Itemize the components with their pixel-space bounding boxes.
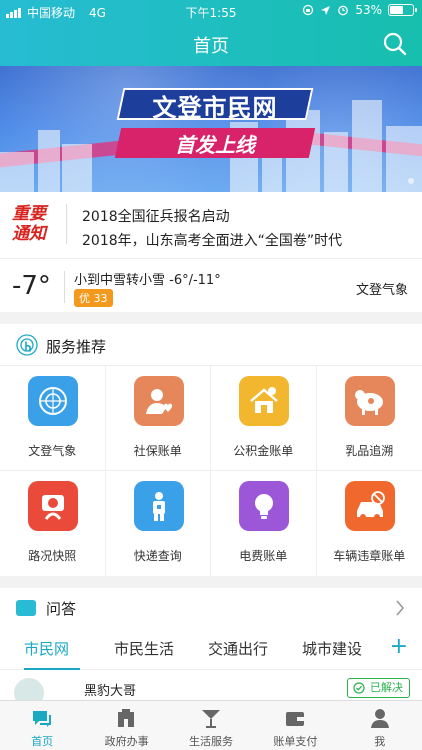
nav-bar: 首页: [0, 22, 422, 66]
service-road-snapshot[interactable]: 路况快照: [0, 471, 106, 576]
house-coin-icon: [239, 376, 289, 426]
service-label: 快递查询: [133, 549, 182, 563]
service-traffic-violation[interactable]: 车辆违章账单: [317, 471, 422, 576]
bulb-icon: [239, 481, 289, 531]
chevron-right-icon[interactable]: [394, 598, 406, 618]
tab-transport[interactable]: 交通出行: [208, 638, 268, 659]
service-label: 路况快照: [28, 549, 77, 563]
tabbar-bill-pay[interactable]: 账单支付: [253, 701, 337, 750]
search-icon[interactable]: [382, 31, 408, 57]
weather-condition: 小到中雪转小雪 -6°/-11°: [74, 273, 221, 288]
car-ban-icon: [344, 481, 395, 531]
notice-item[interactable]: 2018年，山东高考全面进入“全国卷”时代: [82, 230, 342, 250]
service-label: 文登气象: [28, 444, 77, 458]
service-courier[interactable]: 快递查询: [106, 471, 211, 576]
location-icon: [321, 5, 331, 15]
tab-citizen-net[interactable]: 市民网: [24, 638, 69, 659]
chat-home-icon: [33, 711, 51, 727]
weather-card[interactable]: -7° 小到中雪转小雪 -6°/-11° 优 33 文登气象: [0, 258, 422, 312]
qa-icon: [16, 600, 36, 616]
promo-banner[interactable]: 文登市民网 首发上线: [0, 66, 422, 192]
qa-section: 问答 市民网 市民生活 交通出行 城市建设 + 黑豹大哥 已解决: [0, 588, 422, 708]
cow-icon: [344, 376, 395, 426]
service-housing-fund[interactable]: 公积金账单: [211, 366, 317, 471]
weather-source: 文登气象: [355, 283, 408, 298]
orientation-lock-icon: [303, 4, 314, 16]
qa-user-name: 黑豹大哥: [84, 684, 137, 699]
qa-tabs: 市民网 市民生活 交通出行 城市建设 +: [0, 632, 422, 670]
camera-road-icon: [28, 481, 78, 531]
bottom-tab-bar: 首页 政府办事 生活服务 账单支付 我: [0, 700, 422, 750]
qa-title: 问答: [46, 600, 77, 618]
tab-citizen-life[interactable]: 市民生活: [114, 638, 174, 659]
services-header: 服务推荐: [0, 324, 422, 366]
services-title: 服务推荐: [46, 338, 107, 356]
app-root: 中国移动 4G 下午1:55 53% 首页 文登市民网 首发上线 重要 通知 2…: [0, 0, 422, 750]
temperature: -7°: [12, 271, 51, 301]
aqi-badge: 优 33: [74, 289, 113, 307]
touch-icon: [16, 334, 38, 356]
resolved-badge: 已解决: [347, 678, 410, 698]
cocktail-icon: [201, 710, 220, 728]
alarm-icon: [338, 5, 349, 16]
tabbar-me[interactable]: 我: [338, 701, 422, 750]
wallet-icon: [286, 712, 305, 726]
courier-icon: [133, 481, 184, 531]
service-dairy-trace[interactable]: 乳品追溯: [316, 366, 422, 471]
services-section: 服务推荐 文登气象 社保账单 公积金账单 乳品追溯 路况快照 快递查询 电费账单…: [0, 324, 422, 576]
service-label: 车辆违章账单: [333, 549, 406, 563]
service-label: 电费账单: [239, 549, 288, 563]
service-label: 公积金账单: [233, 444, 294, 458]
active-tab-indicator: [24, 668, 80, 670]
battery-icon: [388, 4, 417, 16]
banner-pager: [408, 178, 414, 184]
battery-percent: 53%: [355, 3, 382, 17]
tabbar-government[interactable]: 政府办事: [84, 701, 168, 750]
notice-item[interactable]: 2018全国征兵报名启动: [82, 206, 230, 226]
qa-header[interactable]: 问答: [0, 588, 422, 628]
person-heart-icon: [133, 376, 184, 426]
tabbar-life[interactable]: 生活服务: [169, 701, 253, 750]
status-right: 53%: [302, 3, 417, 17]
tab-city-build[interactable]: 城市建设: [302, 638, 362, 659]
service-label: 乳品追溯: [345, 444, 394, 458]
service-electricity[interactable]: 电费账单: [211, 471, 317, 576]
page-title: 首页: [193, 36, 229, 57]
important-notice-logo: 重要 通知: [12, 204, 46, 244]
banner-subtitle: 首发上线: [175, 133, 255, 157]
government-icon: [118, 709, 135, 727]
banner-title: 文登市民网: [152, 94, 278, 122]
add-tab-button[interactable]: +: [390, 636, 408, 658]
app-header: 中国移动 4G 下午1:55 53% 首页: [0, 0, 422, 66]
tabbar-home[interactable]: 首页: [0, 701, 84, 750]
user-icon: [370, 709, 389, 728]
services-grid: 文登气象 社保账单 公积金账单 乳品追溯 路况快照 快递查询 电费账单 车辆违章…: [0, 366, 422, 576]
service-label: 社保账单: [133, 444, 182, 458]
notice-section: 重要 通知 2018全国征兵报名启动 2018年，山东高考全面进入“全国卷”时代: [0, 192, 422, 258]
service-social-security[interactable]: 社保账单: [105, 366, 211, 471]
globe-icon: [28, 376, 78, 426]
service-weather[interactable]: 文登气象: [0, 366, 106, 471]
check-circle-icon: [353, 682, 365, 694]
status-bar: 中国移动 4G 下午1:55 53%: [0, 0, 422, 22]
